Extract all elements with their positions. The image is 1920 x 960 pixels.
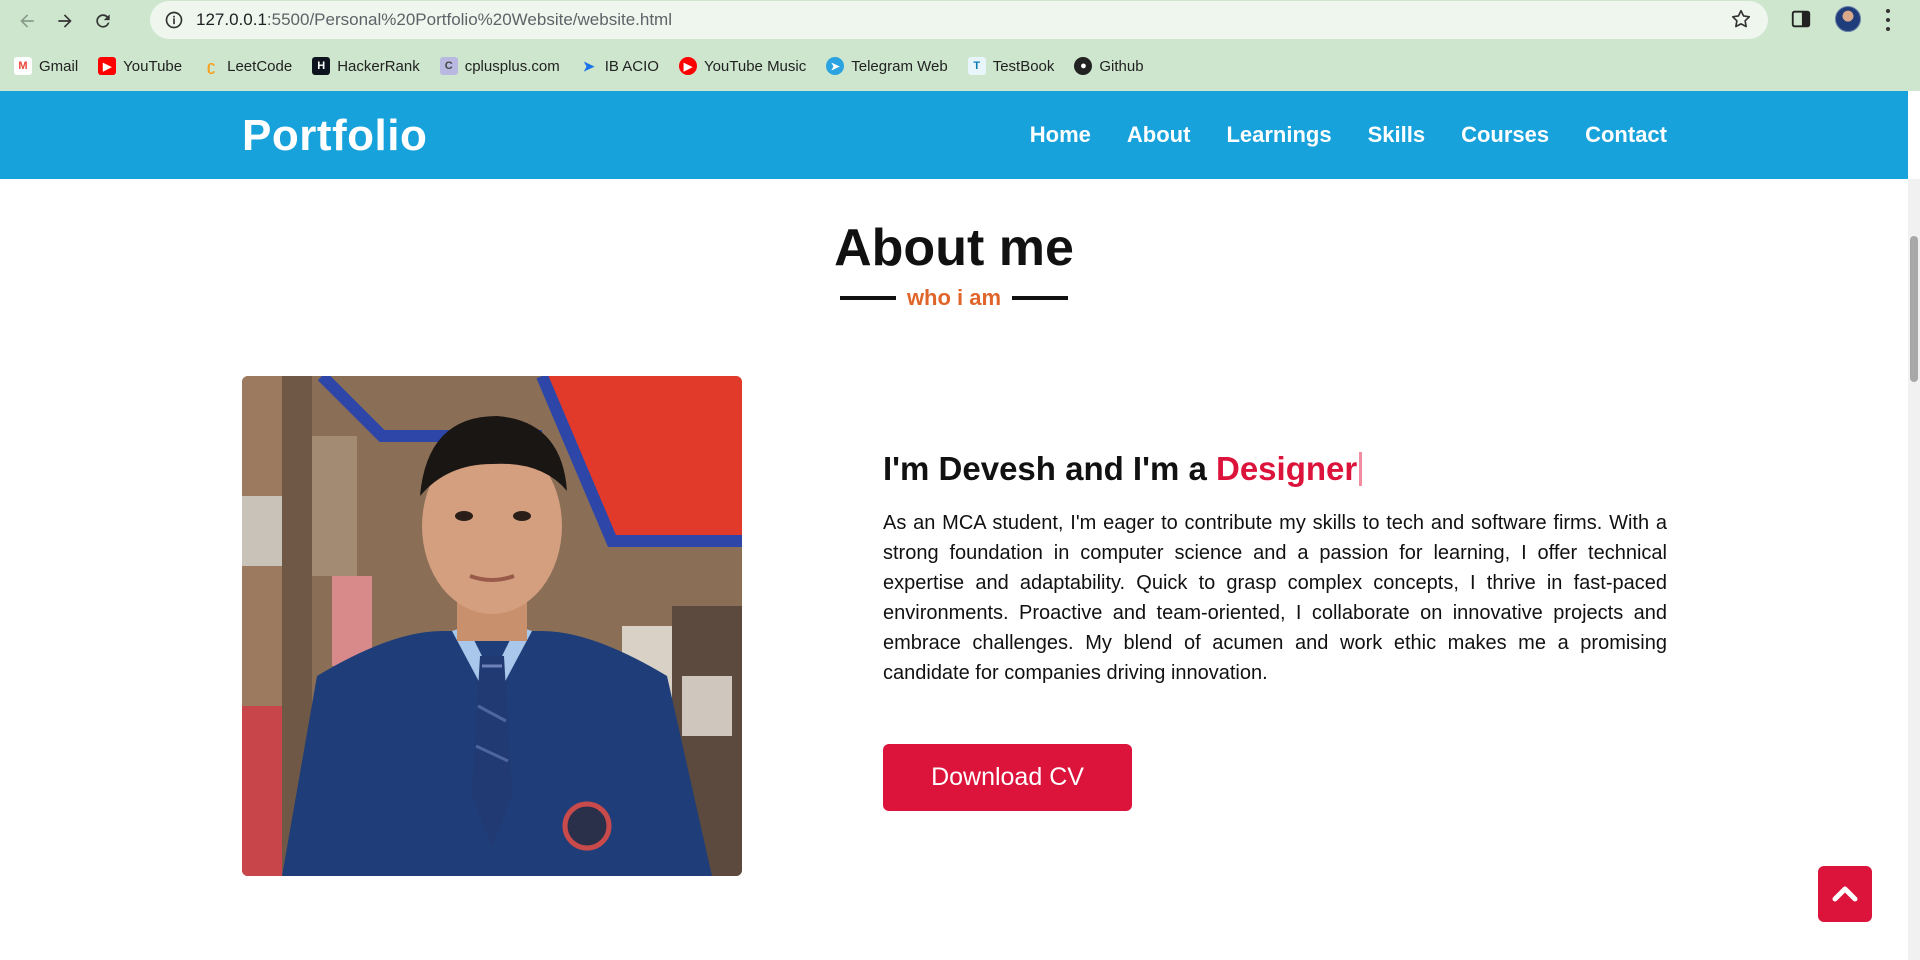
bookmark-label: LeetCode [227,57,293,75]
bookmark-label: YouTube Music [703,57,807,75]
testbook-icon: T [967,57,986,75]
intro-headline: I'm Devesh and I'm a Designer [883,450,1363,488]
divider-line-right [1012,296,1068,300]
chevron-up-icon [1832,886,1858,902]
about-bio: As an MCA student, I'm eager to contribu… [883,512,1667,684]
menu-kebab-icon[interactable] [1882,7,1894,33]
browser-toolbar: 127.0.0.1:5500/Personal%20Portfolio%20We… [0,0,1920,41]
telegram-icon: ➤ [826,57,845,75]
hackerrank-icon: H [312,57,331,75]
bookmark-label: cplusplus.com [464,57,560,75]
scroll-to-top-button[interactable] [1818,866,1872,922]
bookmark-label: TestBook [992,57,1055,75]
bookmark-youtube[interactable]: ▶ YouTube [98,57,182,75]
site-nav: Home About Learnings Skills Courses Cont… [994,122,1667,148]
youtube-icon: ▶ [98,57,117,75]
profile-avatar[interactable] [1835,6,1861,32]
bookmark-ib-acio[interactable]: ➤ IB ACIO [580,57,659,75]
side-panel-icon[interactable] [1790,8,1812,30]
subtitle-text: who i am [906,285,1002,310]
nav-skills[interactable]: Skills [1368,122,1425,148]
typing-cursor [1359,452,1363,486]
arrow-left-icon [20,13,34,28]
site-logo[interactable]: Portfolio [242,111,427,161]
bookmark-leetcode[interactable]: ʗ LeetCode [202,57,292,75]
section-subtitle: who i am [840,283,1068,313]
reload-icon [96,13,110,28]
typed-role: Designer [1215,450,1358,487]
ib-acio-icon: ➤ [582,57,595,74]
scrollbar-thumb[interactable] [1910,236,1918,382]
bookmark-testbook[interactable]: T TestBook [967,57,1055,75]
youtube-music-icon: ▶ [678,57,697,75]
nav-about[interactable]: About [1127,122,1191,148]
address-bar[interactable]: 127.0.0.1:5500/Personal%20Portfolio%20We… [150,1,1768,39]
bookmark-gmail[interactable]: M Gmail [14,57,78,75]
nav-contact[interactable]: Contact [1585,122,1667,148]
url-path: :5500/Personal%20Portfolio%20Website/web… [266,10,672,29]
bookmark-label: YouTube [123,57,183,75]
nav-learnings[interactable]: Learnings [1226,122,1331,148]
forward-button[interactable] [46,2,84,40]
bookmark-cplusplus[interactable]: Ccplusplus.com [439,57,560,75]
bookmark-label: Github [1099,57,1144,75]
bookmark-star-icon[interactable] [1730,8,1754,32]
github-icon: ● [1074,57,1093,75]
url-host: 127.0.0.1 [196,10,267,29]
cplusplus-icon: C [439,57,458,75]
bookmark-github[interactable]: ● Github [1074,57,1144,75]
site-header: Portfolio Home About Learnings Skills Co… [0,91,1908,179]
bookmark-telegram[interactable]: ➤ Telegram Web [826,57,948,75]
site-info-icon[interactable] [162,8,186,32]
reload-button[interactable] [84,2,122,40]
bookmark-youtube-music[interactable]: ▶ YouTube Music [678,57,807,75]
bookmark-label: Gmail [39,57,79,75]
headline-prefix: I'm Devesh and I'm a [883,450,1216,487]
download-cv-button[interactable]: Download CV [883,744,1132,811]
divider-line-left [840,296,896,300]
bookmark-label: HackerRank [337,57,420,75]
url-text[interactable]: 127.0.0.1:5500/Personal%20Portfolio%20We… [196,10,672,30]
gmail-icon: M [14,57,32,75]
profile-photo [242,376,742,876]
nav-courses[interactable]: Courses [1461,122,1549,148]
page-scrollbar[interactable] [1908,179,1920,960]
arrow-right-icon [58,13,72,28]
back-button[interactable] [8,2,46,40]
bookmark-label: IB ACIO [604,57,659,75]
bookmarks-bar: M Gmail ▶ YouTube ʗ LeetCode H HackerRank Cc… [0,41,1920,91]
section-title: About me [834,219,1074,277]
leetcode-icon: ʗ [206,57,216,75]
bookmark-label: Telegram Web [851,57,948,75]
bookmark-hackerrank[interactable]: H HackerRank [312,57,420,75]
nav-home[interactable]: Home [1030,122,1091,148]
